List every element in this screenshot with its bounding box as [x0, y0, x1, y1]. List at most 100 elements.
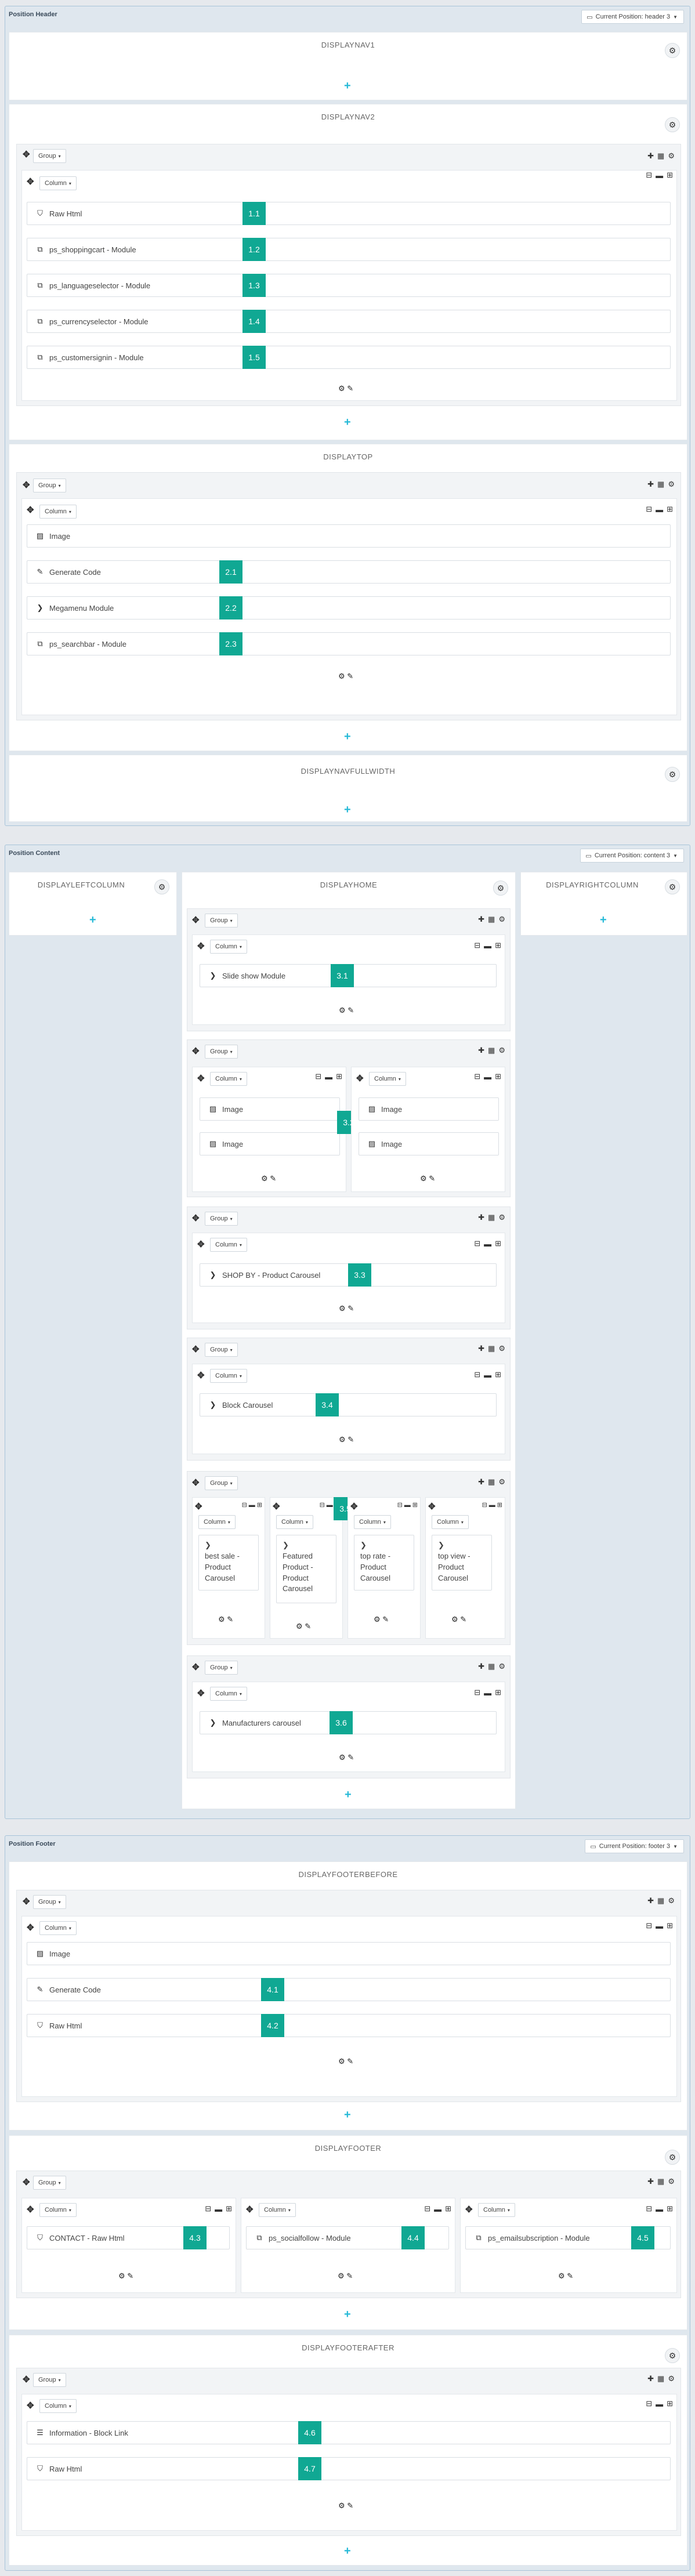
column-footer-controls[interactable]: ⚙ ✎ [339, 1435, 354, 1444]
add-group-button[interactable]: + [344, 2309, 351, 2320]
plus-icon[interactable]: ⊞ [495, 1370, 501, 1379]
width-icon[interactable]: ▬ [484, 941, 491, 950]
module-item[interactable]: ⧉ ps_searchbar - Module [27, 632, 671, 655]
group-dropdown[interactable]: Group ▾ [205, 1212, 238, 1226]
column-footer-controls[interactable]: ⚙ ✎ [261, 1174, 276, 1183]
width-icon[interactable]: ▬ [484, 1689, 491, 1697]
module-badge[interactable]: 4.3 [183, 2226, 207, 2249]
add-group-button[interactable]: + [89, 914, 96, 926]
add-group-button[interactable]: + [344, 2545, 351, 2557]
grid-icon[interactable]: ▦ [488, 915, 495, 924]
gear-icon[interactable]: ⚙ [665, 43, 680, 58]
add-icon[interactable]: ✚ [478, 1477, 484, 1487]
gear-icon[interactable]: ⚙ [668, 1896, 675, 1905]
column-dropdown[interactable]: Column ▾ [39, 2399, 77, 2413]
column-dropdown[interactable]: Column ▾ [198, 1515, 236, 1529]
plus-icon[interactable]: ⊞ [495, 941, 501, 950]
column-footer-controls[interactable]: ⚙ ✎ [338, 2271, 353, 2281]
gear-icon[interactable]: ⚙ [493, 881, 508, 896]
column-footer-controls[interactable]: ⚙ ✎ [374, 1615, 389, 1624]
column-dropdown[interactable]: Column ▾ [259, 2203, 296, 2217]
add-group-button[interactable]: + [344, 731, 351, 742]
add-group-button[interactable]: + [344, 416, 351, 428]
gear-icon[interactable]: ⚙ [498, 1213, 505, 1222]
add-icon[interactable]: ✚ [647, 2374, 654, 2383]
width-icon[interactable]: ▬ [489, 1502, 495, 1509]
width-icon[interactable]: ▬ [656, 171, 663, 180]
move-icon[interactable]: ✥ [197, 1240, 205, 1249]
plus-icon[interactable]: ⊞ [667, 505, 673, 514]
column-dropdown[interactable]: Column ▾ [276, 1515, 313, 1529]
module-badge[interactable]: 4.6 [298, 2421, 321, 2444]
width-icon[interactable]: ▬ [656, 2400, 663, 2408]
grid-icon[interactable]: ▦ [488, 1046, 495, 1055]
module-badge[interactable]: 3.1 [331, 964, 354, 987]
position-selector[interactable]: ▭ Current Position: header 3 ▼ [581, 10, 684, 24]
minus-icon[interactable]: ⊟ [646, 1921, 652, 1930]
add-group-button[interactable]: + [600, 914, 607, 926]
gear-icon[interactable]: ⚙ [498, 1662, 505, 1671]
module-item[interactable]: ⛉ Raw Html [27, 2457, 671, 2480]
move-icon[interactable]: ✥ [27, 1923, 34, 1932]
module-item[interactable]: ▨ Image [359, 1132, 499, 1155]
column-dropdown[interactable]: Column ▾ [39, 1921, 77, 1935]
module-item[interactable]: ▨ Image [359, 1097, 499, 1121]
width-icon[interactable]: ▬ [484, 1240, 491, 1248]
width-icon[interactable]: ▬ [656, 505, 663, 514]
module-item[interactable]: ▨ Image [200, 1132, 340, 1155]
minus-icon[interactable]: ⊟ [242, 1501, 247, 1509]
width-icon[interactable]: ▬ [249, 1502, 255, 1509]
plus-icon[interactable]: ⊞ [495, 1072, 501, 1081]
move-icon[interactable]: ✥ [192, 1479, 200, 1487]
module-badge[interactable]: 1.3 [242, 274, 266, 297]
plus-icon[interactable]: ⊞ [336, 1072, 342, 1081]
column-dropdown[interactable]: Column ▾ [432, 1515, 469, 1529]
add-group-button[interactable]: + [344, 804, 351, 816]
minus-icon[interactable]: ⊟ [474, 1239, 480, 1248]
minus-icon[interactable]: ⊟ [646, 2204, 652, 2213]
width-icon[interactable]: ▬ [484, 1371, 491, 1379]
minus-icon[interactable]: ⊟ [482, 1501, 487, 1509]
add-group-button[interactable]: + [345, 1789, 352, 1800]
column-footer-controls[interactable]: ⚙ ✎ [339, 1304, 354, 1313]
module-item[interactable]: ❯ Featured Product - Product Carousel [276, 1535, 336, 1603]
plus-icon[interactable]: ⊞ [495, 1239, 501, 1248]
column-footer-controls[interactable]: ⚙ ✎ [451, 1615, 466, 1624]
module-badge[interactable]: 4.4 [401, 2226, 425, 2249]
width-icon[interactable]: ▬ [215, 2205, 222, 2213]
gear-icon[interactable]: ⚙ [668, 151, 675, 161]
plus-icon[interactable]: ⊞ [412, 1501, 418, 1509]
move-icon[interactable]: ✥ [27, 177, 34, 186]
minus-icon[interactable]: ⊟ [474, 1370, 480, 1379]
move-icon[interactable]: ✥ [428, 1502, 436, 1511]
add-group-button[interactable]: + [344, 80, 351, 92]
module-item[interactable]: ❯ Megamenu Module [27, 596, 671, 619]
position-selector[interactable]: ▭ Current Position: content 3 ▼ [580, 849, 684, 863]
minus-icon[interactable]: ⊟ [474, 1688, 480, 1697]
plus-icon[interactable]: ⊞ [667, 2399, 673, 2408]
gear-icon[interactable]: ⚙ [665, 2150, 680, 2165]
gear-icon[interactable]: ⚙ [668, 2177, 675, 2186]
module-badge[interactable]: 1.1 [242, 202, 266, 225]
gear-icon[interactable]: ⚙ [668, 480, 675, 489]
group-dropdown[interactable]: Group ▾ [205, 1476, 238, 1490]
move-icon[interactable]: ✥ [356, 1074, 364, 1083]
add-icon[interactable]: ✚ [478, 915, 484, 924]
group-dropdown[interactable]: Group ▾ [205, 1343, 238, 1357]
module-item[interactable]: ⧉ ps_customersignin - Module [27, 346, 671, 369]
column-dropdown[interactable]: Column ▾ [478, 2203, 515, 2217]
move-icon[interactable]: ✥ [192, 1663, 200, 1672]
grid-icon[interactable]: ▦ [657, 2177, 664, 2186]
module-item[interactable]: ▨ Image [200, 1097, 340, 1121]
grid-icon[interactable]: ▦ [657, 2374, 664, 2383]
minus-icon[interactable]: ⊟ [646, 171, 652, 180]
column-dropdown[interactable]: Column ▾ [369, 1072, 406, 1086]
group-dropdown[interactable]: Group ▾ [205, 1661, 238, 1675]
add-icon[interactable]: ✚ [478, 1046, 484, 1055]
move-icon[interactable]: ✥ [465, 2205, 473, 2214]
move-icon[interactable]: ✥ [27, 506, 34, 515]
move-icon[interactable]: ✥ [195, 1502, 202, 1511]
move-icon[interactable]: ✥ [197, 1689, 205, 1698]
module-item[interactable]: ▨ Image [27, 1942, 671, 1965]
module-item[interactable]: ⧉ ps_currencyselector - Module [27, 310, 671, 333]
